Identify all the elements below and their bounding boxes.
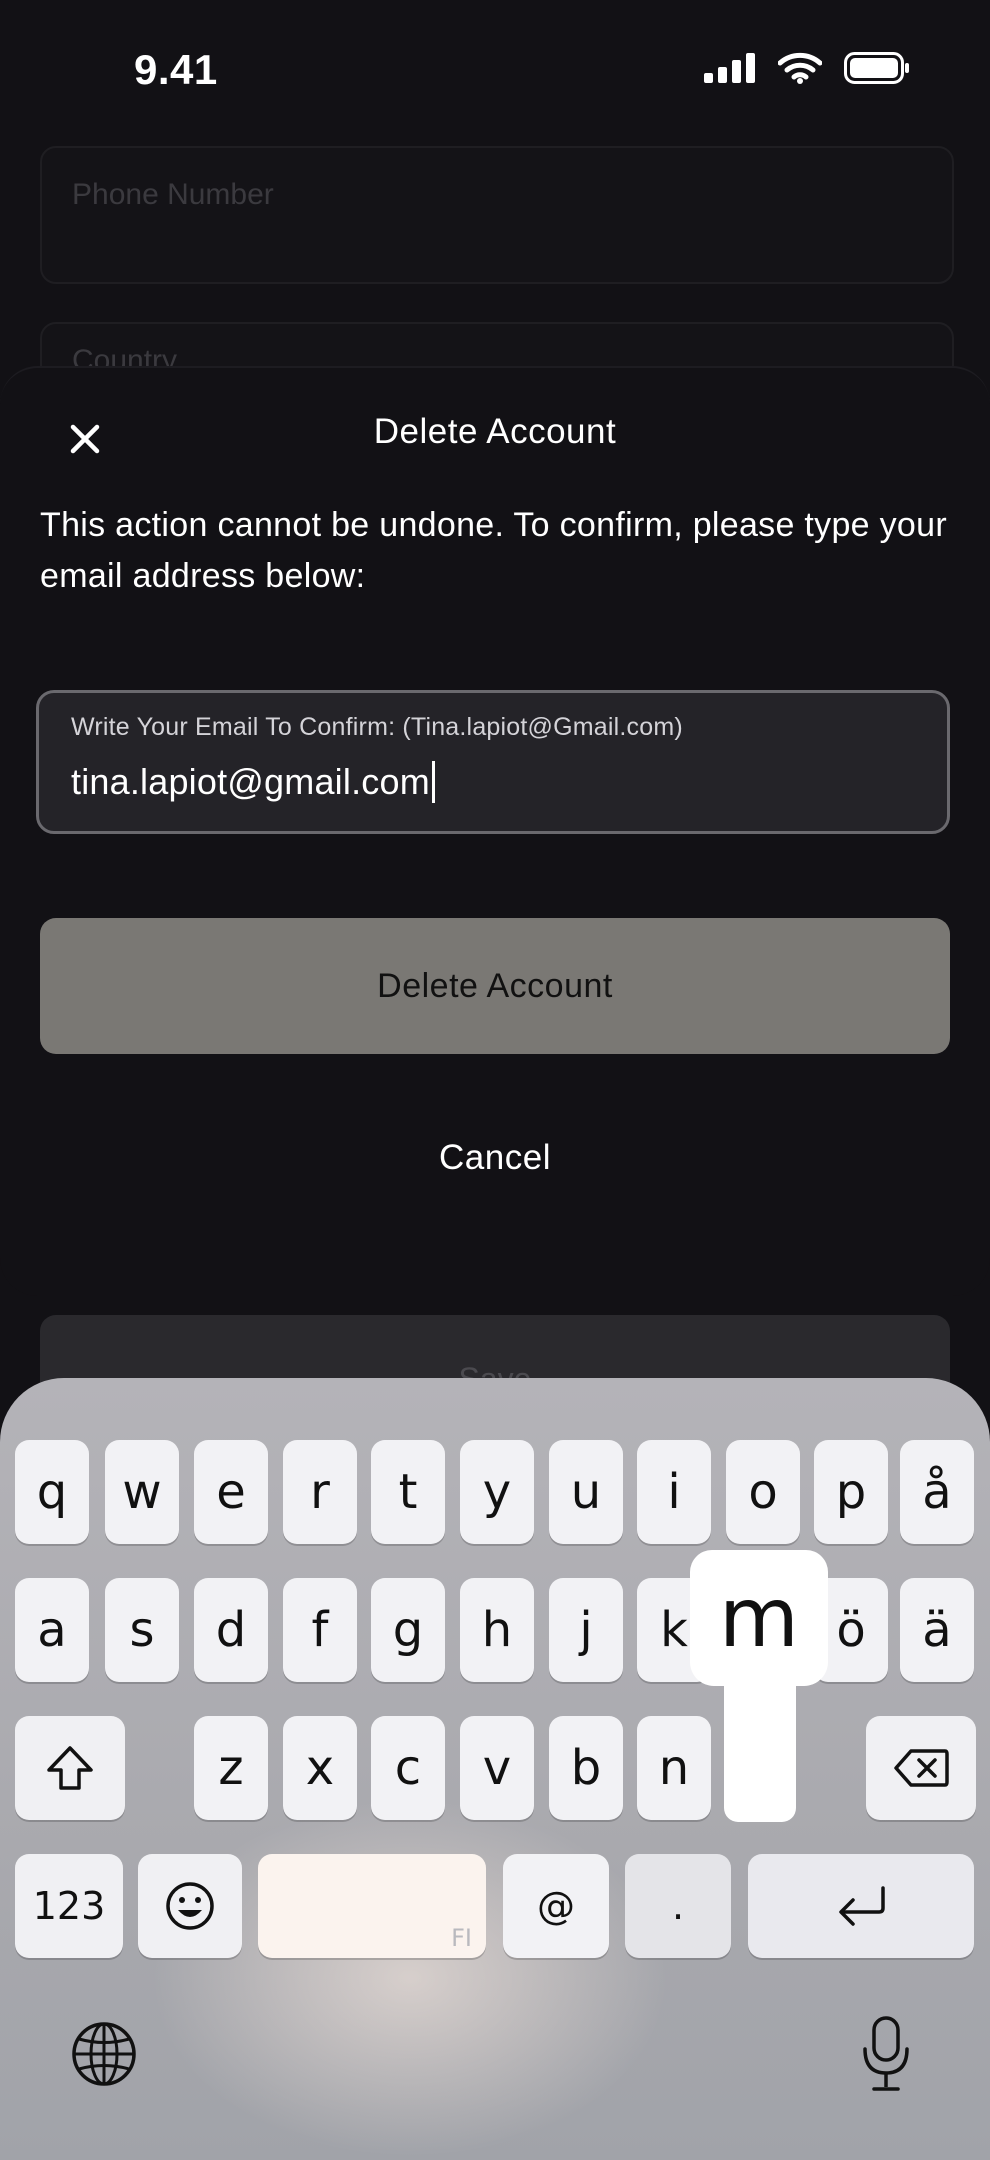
key-o[interactable]: o bbox=[726, 1440, 800, 1544]
key-u[interactable]: u bbox=[549, 1440, 623, 1544]
email-confirm-value: tina.lapiot@gmail.com bbox=[71, 761, 430, 802]
return-key[interactable] bbox=[748, 1854, 974, 1958]
space-language-tag: FI bbox=[451, 1924, 472, 1952]
status-icons bbox=[704, 52, 910, 84]
microphone-icon bbox=[863, 2016, 909, 2091]
shift-icon bbox=[47, 1746, 93, 1790]
email-confirm-label: Write Your Email To Confirm: (Tina.lapio… bbox=[71, 713, 683, 741]
key-p[interactable]: p bbox=[814, 1440, 888, 1544]
shift-key[interactable] bbox=[15, 1716, 125, 1820]
at-key[interactable]: @ bbox=[503, 1854, 609, 1958]
key-b[interactable]: b bbox=[549, 1716, 623, 1820]
phone-number-placeholder: Phone Number bbox=[72, 178, 274, 211]
key-a-umlaut[interactable]: ä bbox=[900, 1578, 974, 1682]
period-key[interactable]: . bbox=[625, 1854, 731, 1958]
sheet-title: Delete Account bbox=[373, 412, 617, 451]
space-key[interactable]: FI bbox=[258, 1854, 486, 1958]
cancel-button[interactable]: Cancel bbox=[0, 1138, 990, 1178]
key-d[interactable]: d bbox=[194, 1578, 268, 1682]
key-y[interactable]: y bbox=[460, 1440, 534, 1544]
backspace-icon bbox=[894, 1749, 949, 1787]
key-popup-letter: m bbox=[690, 1550, 828, 1686]
key-r[interactable]: r bbox=[283, 1440, 357, 1544]
key-h[interactable]: h bbox=[460, 1578, 534, 1682]
email-value-wrap: tina.lapiot@gmail.com bbox=[71, 761, 435, 803]
key-v[interactable]: v bbox=[460, 1716, 534, 1820]
onscreen-keyboard: q w e r t y u i o p å a s d f g h j k l … bbox=[0, 1378, 990, 2160]
key-a[interactable]: a bbox=[15, 1578, 89, 1682]
battery-icon bbox=[844, 52, 909, 84]
delete-account-screen: 9.41 Phone Number Country Delete Account… bbox=[0, 0, 990, 2160]
backspace-key[interactable] bbox=[866, 1716, 976, 1820]
numbers-key[interactable]: 123 bbox=[15, 1854, 123, 1958]
key-z[interactable]: z bbox=[194, 1716, 268, 1820]
return-icon bbox=[839, 1886, 885, 1926]
globe-button[interactable] bbox=[68, 2018, 140, 2090]
key-t[interactable]: t bbox=[371, 1440, 445, 1544]
key-m-popup[interactable]: m bbox=[690, 1550, 828, 1822]
key-g[interactable]: g bbox=[371, 1578, 445, 1682]
sheet-description: This action cannot be undone. To confirm… bbox=[40, 506, 947, 595]
globe-icon bbox=[72, 2022, 136, 2086]
key-f[interactable]: f bbox=[283, 1578, 357, 1682]
key-j[interactable]: j bbox=[549, 1578, 623, 1682]
text-caret bbox=[431, 761, 435, 803]
key-q[interactable]: q bbox=[15, 1440, 89, 1544]
key-e[interactable]: e bbox=[194, 1440, 268, 1544]
emoji-key[interactable] bbox=[138, 1854, 242, 1958]
phone-number-field[interactable]: Phone Number bbox=[40, 146, 954, 284]
cellular-signal-icon bbox=[704, 53, 755, 83]
microphone-button[interactable] bbox=[850, 2014, 922, 2094]
key-a-ring[interactable]: å bbox=[900, 1440, 974, 1544]
emoji-icon bbox=[166, 1882, 214, 1930]
key-c[interactable]: c bbox=[371, 1716, 445, 1820]
key-w[interactable]: w bbox=[105, 1440, 179, 1544]
email-confirm-input[interactable]: Write Your Email To Confirm: (Tina.lapio… bbox=[36, 690, 950, 834]
delete-account-button[interactable]: Delete Account bbox=[40, 918, 950, 1054]
key-s[interactable]: s bbox=[105, 1578, 179, 1682]
wifi-icon bbox=[778, 52, 822, 84]
delete-account-sheet: Delete Account This action cannot be und… bbox=[0, 366, 990, 1296]
keyboard-glow bbox=[150, 1798, 670, 2158]
status-time: 9.41 bbox=[134, 46, 218, 93]
key-x[interactable]: x bbox=[283, 1716, 357, 1820]
key-i[interactable]: i bbox=[637, 1440, 711, 1544]
status-bar: 9.41 bbox=[0, 0, 990, 146]
